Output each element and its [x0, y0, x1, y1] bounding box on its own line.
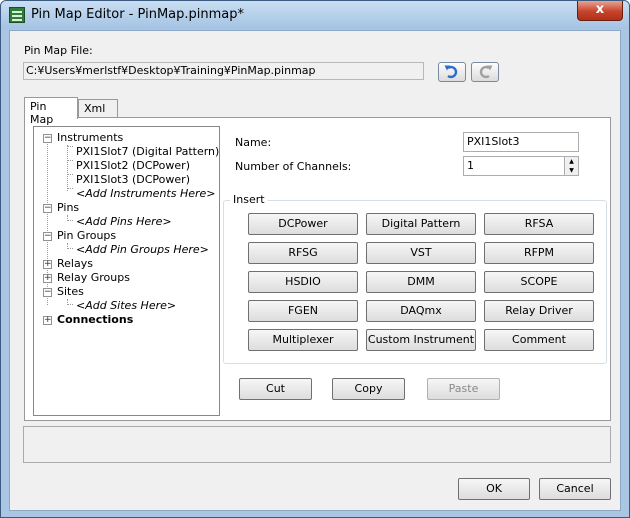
number-of-channels-label: Number of Channels: — [235, 160, 352, 173]
expand-connections-icon[interactable]: + — [43, 316, 52, 325]
spin-up-icon[interactable]: ▲ — [564, 157, 578, 166]
tree-node-pins[interactable]: Pins — [57, 201, 79, 215]
insert-scope-button[interactable]: SCOPE — [484, 271, 594, 293]
insert-vst-button[interactable]: VST — [366, 242, 476, 264]
window-title: Pin Map Editor - PinMap.pinmap* — [31, 7, 244, 22]
insert-fgen-button[interactable]: FGEN — [248, 300, 358, 322]
pin-map-tree[interactable]: − Instruments PXI1Slot7 (Digital Pattern… — [33, 126, 220, 416]
spin-down-icon[interactable]: ▼ — [564, 166, 578, 175]
insert-multiplexer-button[interactable]: Multiplexer — [248, 329, 358, 351]
insert-dcpower-button[interactable]: DCPower — [248, 213, 358, 235]
add-sites-placeholder[interactable]: <Add Sites Here> — [76, 299, 176, 313]
copy-button[interactable]: Copy — [332, 378, 405, 400]
number-of-channels-value: 1 — [467, 159, 474, 172]
insert-rfpm-button[interactable]: RFPM — [484, 242, 594, 264]
tree-node-sites[interactable]: Sites — [57, 285, 84, 299]
tree-node-instrument[interactable]: PXI1Slot2 (DCPower) — [76, 159, 190, 173]
close-icon: x — [595, 2, 605, 17]
tree-node-pin-groups[interactable]: Pin Groups — [57, 229, 116, 243]
paste-button: Paste — [427, 378, 500, 400]
insert-label: Insert — [230, 193, 268, 206]
collapse-instruments-icon[interactable]: − — [43, 134, 52, 143]
pin-map-panel: − Instruments PXI1Slot7 (Digital Pattern… — [24, 117, 611, 421]
pin-map-file-path: C:¥Users¥merlstf¥Desktop¥Training¥PinMap… — [23, 62, 424, 80]
tab-pin-map[interactable]: Pin Map — [24, 97, 78, 126]
undo-button[interactable] — [438, 62, 466, 82]
insert-hsdio-button[interactable]: HSDIO — [248, 271, 358, 293]
expand-relay-groups-icon[interactable]: + — [43, 274, 52, 283]
redo-button[interactable] — [471, 62, 499, 82]
insert-rfsa-button[interactable]: RFSA — [484, 213, 594, 235]
insert-digital-pattern-button[interactable]: Digital Pattern — [366, 213, 476, 235]
tree-node-instruments[interactable]: Instruments — [57, 131, 123, 145]
insert-daqmx-button[interactable]: DAQmx — [366, 300, 476, 322]
insert-comment-button[interactable]: Comment — [484, 329, 594, 351]
number-of-channels-stepper[interactable]: 1 ▲ ▼ — [463, 156, 579, 176]
insert-custom-instrument-button[interactable]: Custom Instrument — [366, 329, 476, 351]
pin-map-editor-icon — [9, 7, 25, 23]
dialog-body: Pin Map File: C:¥Users¥merlstf¥Desktop¥T… — [9, 30, 621, 511]
title-bar[interactable]: Pin Map Editor - PinMap.pinmap* x — [1, 1, 629, 29]
insert-dmm-button[interactable]: DMM — [366, 271, 476, 293]
status-bar — [23, 426, 611, 463]
tree-node-relay-groups[interactable]: Relay Groups — [57, 271, 130, 285]
cancel-button[interactable]: Cancel — [539, 478, 611, 500]
insert-relay-driver-button[interactable]: Relay Driver — [484, 300, 594, 322]
ok-button[interactable]: OK — [458, 478, 530, 500]
tree-node-connections[interactable]: Connections — [57, 313, 133, 327]
name-field[interactable]: PXI1Slot3 — [463, 132, 579, 152]
name-label: Name: — [235, 136, 272, 149]
tree-node-relays[interactable]: Relays — [57, 257, 93, 271]
tree-node-instrument[interactable]: PXI1Slot7 (Digital Pattern) — [76, 145, 219, 159]
add-pin-groups-placeholder[interactable]: <Add Pin Groups Here> — [76, 243, 209, 257]
pin-map-file-label: Pin Map File: — [24, 44, 93, 57]
add-pins-placeholder[interactable]: <Add Pins Here> — [76, 215, 172, 229]
tab-xml[interactable]: Xml — [78, 99, 118, 119]
collapse-sites-icon[interactable]: − — [43, 288, 52, 297]
tree-node-instrument[interactable]: PXI1Slot3 (DCPower) — [76, 173, 190, 187]
cut-button[interactable]: Cut — [239, 378, 312, 400]
undo-icon — [444, 65, 458, 79]
collapse-pins-icon[interactable]: − — [43, 204, 52, 213]
collapse-pin-groups-icon[interactable]: − — [43, 232, 52, 241]
redo-icon — [479, 65, 493, 79]
expand-relays-icon[interactable]: + — [43, 260, 52, 269]
pin-map-editor-window: Pin Map Editor - PinMap.pinmap* x Pin Ma… — [0, 0, 630, 518]
close-button[interactable]: x — [577, 1, 623, 21]
add-instruments-placeholder[interactable]: <Add Instruments Here> — [76, 187, 216, 201]
insert-rfsg-button[interactable]: RFSG — [248, 242, 358, 264]
